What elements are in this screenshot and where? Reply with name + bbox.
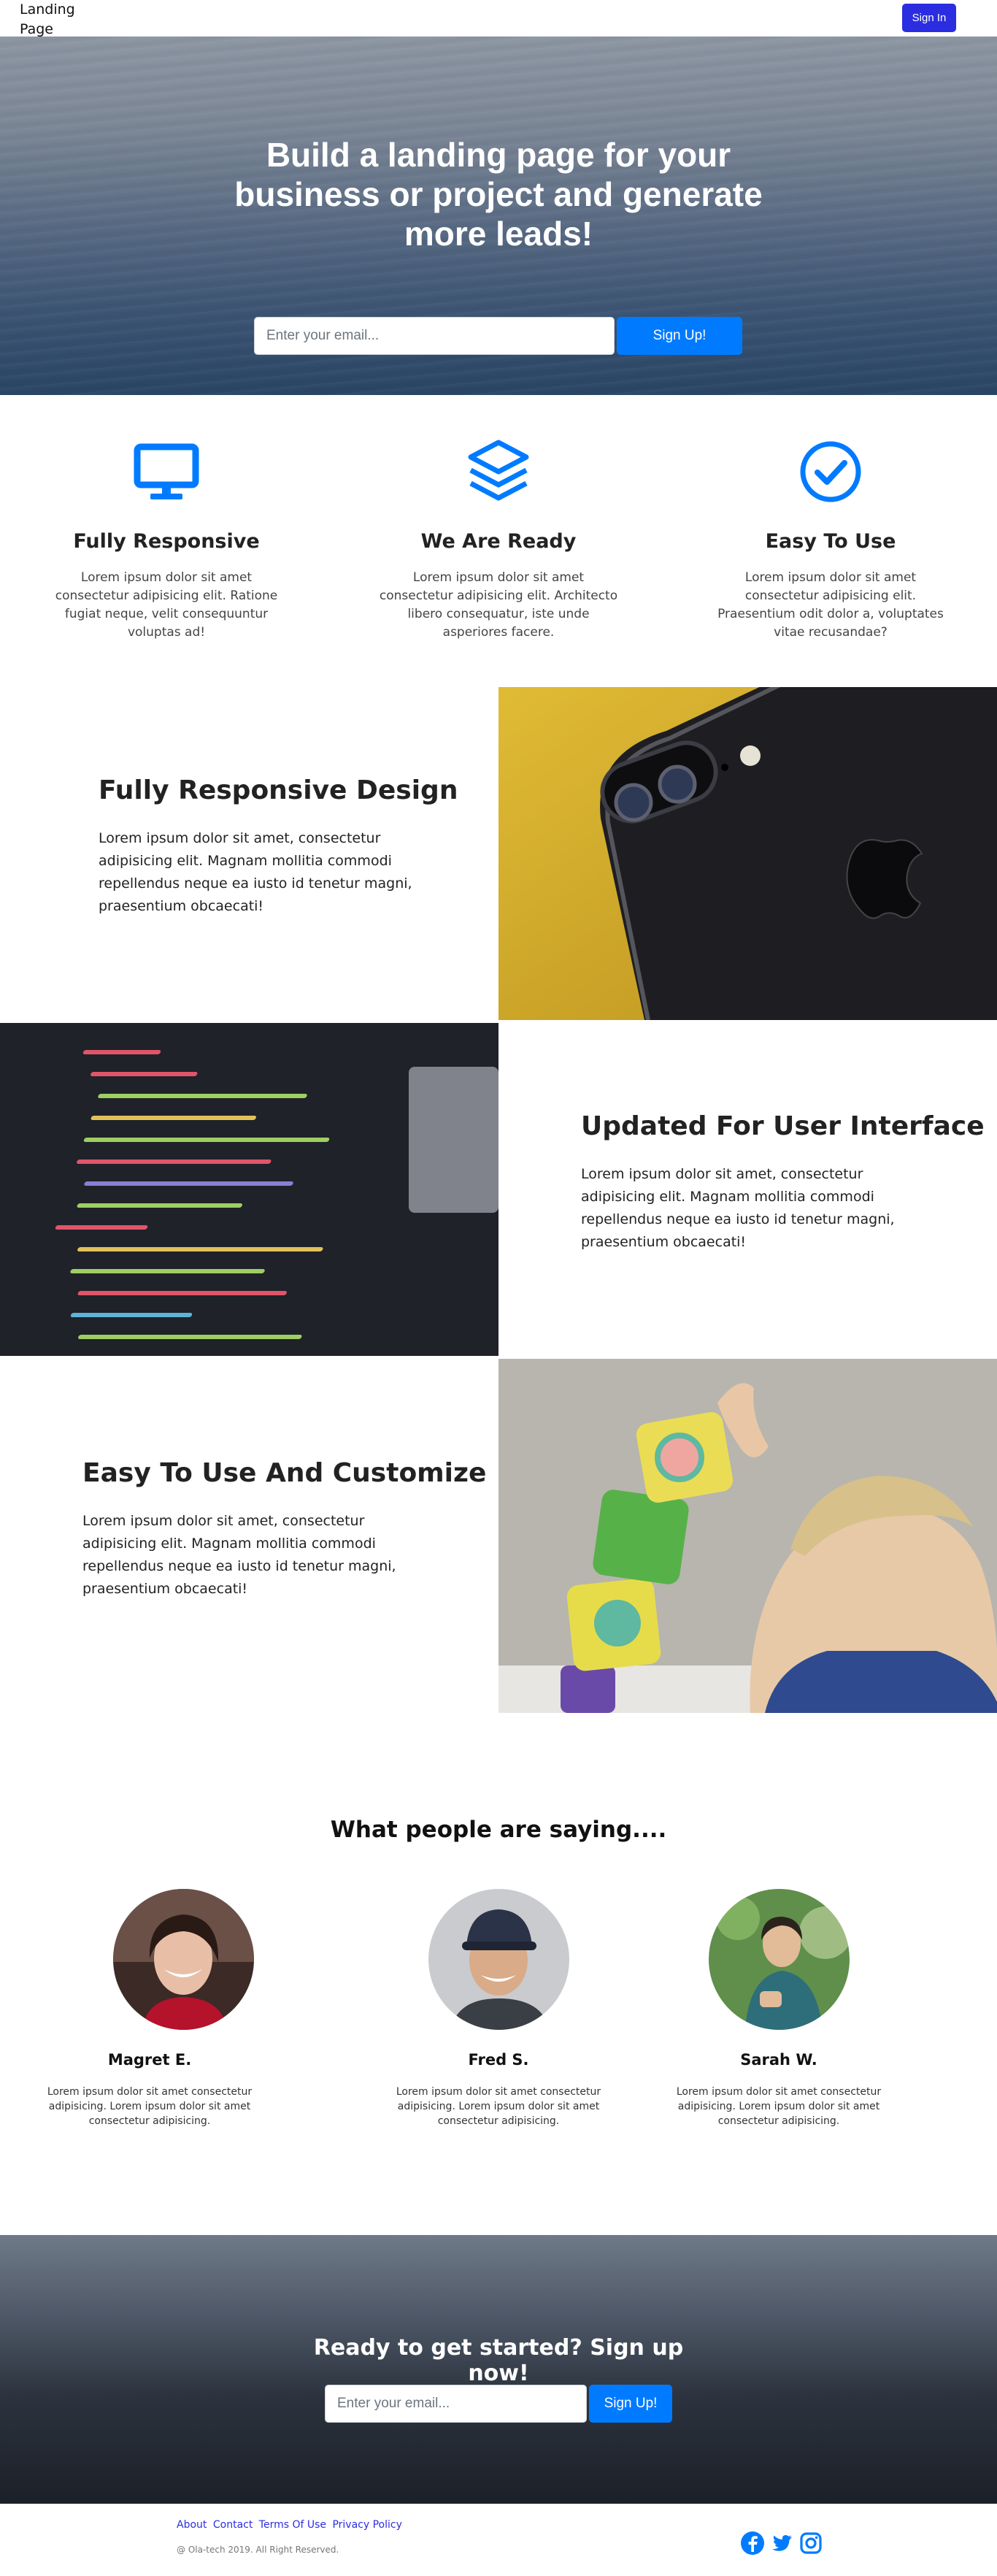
layers-icon xyxy=(468,440,529,501)
footer: About Contact Terms Of Use Privacy Polic… xyxy=(0,2504,997,2576)
facebook-icon[interactable] xyxy=(739,2530,766,2556)
monitor-icon xyxy=(134,443,199,499)
showcase-title: Easy To Use And Customize xyxy=(82,1458,487,1488)
cta-title: Ready to get started? Sign up now! xyxy=(313,2335,684,2386)
hero-section: Build a landing page for your business o… xyxy=(0,37,997,395)
cta-signup-button[interactable]: Sign Up! xyxy=(589,2385,672,2423)
footer-link-contact[interactable]: Contact xyxy=(213,2519,253,2531)
showcase-block-2: Updated For User Interface Lorem ipsum d… xyxy=(581,1111,985,1254)
child-blocks-illustration xyxy=(498,1359,997,1713)
instagram-icon[interactable] xyxy=(798,2530,824,2556)
code-photo xyxy=(0,1023,498,1356)
avatar xyxy=(428,1889,569,2030)
twitter-icon[interactable] xyxy=(768,2530,794,2556)
testimonial-name: Magret E. xyxy=(107,2051,192,2069)
showcase-text: Lorem ipsum dolor sit amet, consectetur … xyxy=(99,830,412,914)
testimonial-text: Lorem ipsum dolor sit amet consectetur a… xyxy=(47,2086,253,2127)
brand-logo[interactable]: Landing Page xyxy=(20,0,100,39)
copyright: @ Ola-tech 2019. All Right Reserved. xyxy=(177,2545,339,2555)
feature-easy-to-use: Easy To Use Lorem ipsum dolor sit amet c… xyxy=(692,438,969,642)
showcase-title: Updated For User Interface xyxy=(581,1111,985,1141)
phone-photo xyxy=(498,687,997,1020)
hero-email-input[interactable] xyxy=(254,317,615,355)
cta-email-input[interactable] xyxy=(325,2385,587,2423)
sign-in-button[interactable]: Sign In xyxy=(902,4,956,32)
showcase-text: Lorem ipsum dolor sit amet, consectetur … xyxy=(82,1513,396,1597)
footer-links: About Contact Terms Of Use Privacy Polic… xyxy=(177,2519,405,2531)
testimonials-title: What people are saying.... xyxy=(330,1817,667,1843)
feature-title: Easy To Use xyxy=(765,530,896,553)
showcase-block-3: Easy To Use And Customize Lorem ipsum do… xyxy=(82,1458,486,1601)
check-circle-icon xyxy=(800,441,861,502)
feature-text: Lorem ipsum dolor sit amet consectetur a… xyxy=(717,570,944,640)
hero-signup-button[interactable]: Sign Up! xyxy=(617,317,742,355)
feature-title: We Are Ready xyxy=(420,530,577,553)
child-blocks-photo xyxy=(498,1359,997,1713)
feature-title: Fully Responsive xyxy=(73,530,260,553)
testimonial-sarah: Sarah W. Lorem ipsum dolor sit amet cons… xyxy=(669,1889,888,2128)
feature-text: Lorem ipsum dolor sit amet consectetur a… xyxy=(55,570,278,640)
footer-link-terms[interactable]: Terms Of Use xyxy=(259,2519,326,2531)
avatar xyxy=(708,1889,850,2030)
hero-title: Build a landing page for your business o… xyxy=(234,136,763,253)
showcase-block-1: Fully Responsive Design Lorem ipsum dolo… xyxy=(99,775,458,918)
avatar-magret-photo xyxy=(113,1889,254,2030)
feature-fully-responsive: Fully Responsive Lorem ipsum dolor sit a… xyxy=(28,438,305,642)
testimonial-text: Lorem ipsum dolor sit amet consectetur a… xyxy=(676,2086,882,2127)
testimonial-text: Lorem ipsum dolor sit amet consectetur a… xyxy=(396,2086,601,2127)
avatar-fred-photo xyxy=(428,1889,569,2030)
feature-we-are-ready: We Are Ready Lorem ipsum dolor sit amet … xyxy=(360,438,637,642)
testimonial-name: Sarah W. xyxy=(740,2051,817,2069)
footer-link-privacy[interactable]: Privacy Policy xyxy=(332,2519,401,2531)
phone-illustration xyxy=(498,687,997,1020)
testimonial-magret: Magret E. Lorem ipsum dolor sit amet con… xyxy=(40,1889,259,2128)
testimonial-name: Fred S. xyxy=(468,2051,529,2069)
avatar xyxy=(113,1889,254,2030)
avatar-sarah-photo xyxy=(708,1889,850,2030)
showcase-text: Lorem ipsum dolor sit amet, consectetur … xyxy=(581,1166,895,1250)
cta-section: Ready to get started? Sign up now! Sign … xyxy=(0,2235,997,2504)
showcase-title: Fully Responsive Design xyxy=(99,775,458,805)
footer-link-about[interactable]: About xyxy=(177,2519,207,2531)
feature-text: Lorem ipsum dolor sit amet consectetur a… xyxy=(379,570,618,640)
code-illustration xyxy=(0,1023,498,1356)
navbar: Landing Page Sign In xyxy=(0,0,997,37)
testimonial-fred: Fred S. Lorem ipsum dolor sit amet conse… xyxy=(389,1889,608,2128)
